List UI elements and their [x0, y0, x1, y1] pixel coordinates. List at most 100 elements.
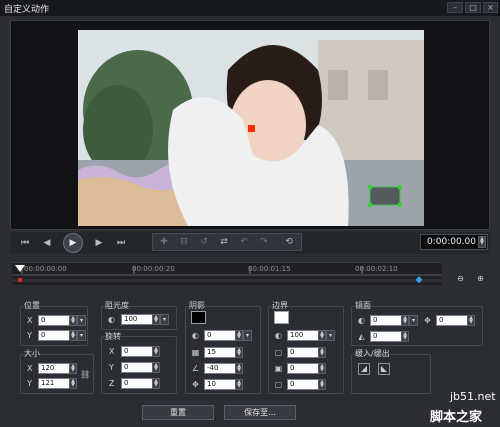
position-title: 位置: [24, 301, 40, 310]
mirror-opacity-icon: ◐: [358, 316, 365, 325]
reverse-icon[interactable]: ↺: [197, 235, 211, 249]
border-value-1[interactable]: 100: [287, 330, 321, 341]
play-button[interactable]: ▶: [63, 233, 83, 253]
rotation-x-input[interactable]: 0: [121, 346, 155, 357]
shadow-value-2[interactable]: 15: [204, 347, 238, 358]
previous-keyframe-icon[interactable]: ↶: [237, 235, 251, 249]
title-bar: [0, 0, 500, 16]
fade-title: 缓入/缓出: [355, 349, 390, 358]
mirror-spinner-2[interactable]: ▲ ▼: [401, 331, 409, 342]
tick-label-0: 00:00:00:00: [24, 265, 67, 273]
border-spinner-1[interactable]: ▲ ▼: [318, 330, 326, 341]
border-spinner-3[interactable]: ▲ ▼: [318, 363, 326, 374]
position-y-spinner[interactable]: ▲ ▼: [69, 330, 77, 341]
rotation-title: 旋转: [105, 332, 121, 341]
border-spinner-2[interactable]: ▲ ▼: [318, 347, 326, 358]
next-keyframe-icon[interactable]: ↷: [257, 235, 271, 249]
shadow-blur-icon: ▦: [191, 348, 200, 357]
opacity-dropdown[interactable]: ▾: [160, 314, 169, 325]
reset-icon[interactable]: ⟲: [282, 235, 296, 249]
border-dropdown[interactable]: ▾: [326, 330, 335, 341]
lock-ratio-icon[interactable]: ⛓: [80, 370, 90, 379]
tick-label-1: 00:00:00:20: [132, 265, 175, 273]
shadow-spinner-2[interactable]: ▲ ▼: [235, 347, 243, 358]
rotation-x-label: X: [109, 347, 115, 356]
mirror-value-1[interactable]: 0: [370, 315, 404, 326]
shadow-spinner-3[interactable]: ▲ ▼: [235, 363, 243, 374]
rotation-z-spinner[interactable]: ▲ ▼: [152, 378, 160, 389]
position-y-input[interactable]: 0: [38, 330, 72, 341]
zoom-out-icon[interactable]: ⊖: [456, 274, 465, 283]
timecode-spinner[interactable]: ▲ ▼: [478, 236, 486, 248]
shadow-opacity-icon: ◐: [192, 331, 199, 340]
size-x-input[interactable]: 120: [38, 363, 72, 374]
maximize-button[interactable]: □: [465, 2, 481, 13]
border-color-swatch[interactable]: [274, 311, 289, 324]
remove-keyframe-icon[interactable]: ⊟: [177, 235, 191, 249]
shadow-value-3[interactable]: -40: [204, 363, 238, 374]
border-radius-icon: ▢: [274, 380, 283, 389]
shadow-value-1[interactable]: 0: [204, 330, 238, 341]
video-image: [78, 30, 424, 226]
watermark-line-2: 脚本之家: [430, 410, 483, 425]
mirror-value-2[interactable]: 0: [370, 331, 404, 342]
opacity-spinner[interactable]: ▲ ▼: [152, 314, 160, 325]
size-y-spinner[interactable]: ▲ ▼: [69, 378, 77, 389]
opacity-input[interactable]: 100: [121, 314, 155, 325]
size-x-spinner[interactable]: ▲ ▼: [69, 363, 77, 374]
border-spinner-4[interactable]: ▲ ▼: [318, 379, 326, 390]
position-x-input[interactable]: 0: [38, 315, 72, 326]
mirror-spinner-3[interactable]: ▲ ▼: [467, 315, 475, 326]
rotation-y-spinner[interactable]: ▲ ▼: [152, 362, 160, 373]
skip-to-end-icon[interactable]: ⏭: [114, 236, 128, 250]
mirror-title: 镜面: [355, 301, 371, 310]
watermark: jb51.net 脚本之家: [420, 390, 500, 427]
reset-button[interactable]: 重置: [142, 405, 214, 420]
position-x-spinner[interactable]: ▲ ▼: [69, 315, 77, 326]
rotation-x-spinner[interactable]: ▲ ▼: [152, 346, 160, 357]
video-frame: [78, 30, 424, 226]
size-title: 大小: [24, 349, 40, 358]
shadow-value-4[interactable]: 10: [204, 379, 238, 390]
step-back-icon[interactable]: ◀: [40, 236, 54, 250]
add-keyframe-icon[interactable]: ✚: [157, 235, 171, 249]
mirror-dropdown[interactable]: ▾: [409, 315, 418, 326]
border-value-3[interactable]: 0: [287, 363, 321, 374]
keyframe-marker[interactable]: [18, 278, 22, 282]
mirror-value-3[interactable]: 0: [436, 315, 470, 326]
play-icon: ▶: [69, 238, 77, 248]
position-y-dropdown[interactable]: ▾: [77, 330, 86, 341]
border-value-2[interactable]: 0: [287, 347, 321, 358]
zoom-in-icon[interactable]: ⊕: [476, 274, 485, 283]
position-x-label: X: [27, 316, 33, 325]
shadow-spinner-1[interactable]: ▲ ▼: [235, 330, 243, 341]
shadow-dropdown[interactable]: ▾: [243, 330, 252, 341]
close-button[interactable]: ×: [483, 2, 498, 13]
shadow-spinner-4[interactable]: ▲ ▼: [235, 379, 243, 390]
shadow-color-swatch[interactable]: [191, 311, 206, 324]
size-y-input[interactable]: 121: [38, 378, 72, 389]
mirror-spinner-1[interactable]: ▲ ▼: [401, 315, 409, 326]
mirror-fade-icon: ◭: [358, 332, 365, 341]
position-x-dropdown[interactable]: ▾: [77, 315, 86, 326]
fade-in-icon[interactable]: ◢: [358, 363, 370, 375]
border-title: 边界: [272, 301, 288, 310]
step-forward-icon[interactable]: ▶: [92, 236, 106, 250]
rotation-y-label: Y: [109, 363, 114, 372]
opacity-title: 阻光度: [105, 301, 129, 310]
border-opacity-icon: ◐: [275, 331, 282, 340]
border-value-4[interactable]: 0: [287, 379, 321, 390]
minimize-button[interactable]: –: [447, 2, 463, 13]
window-title: 自定义动作: [4, 5, 50, 15]
skip-to-start-icon[interactable]: ⏮: [18, 236, 32, 250]
opacity-icon: ◐: [108, 315, 115, 324]
shadow-distance-icon: ✥: [192, 380, 199, 389]
size-y-label: Y: [27, 379, 32, 388]
rotation-y-input[interactable]: 0: [121, 362, 155, 373]
save-to-button[interactable]: 保存至...: [224, 405, 296, 420]
fade-out-icon[interactable]: ◣: [378, 363, 390, 375]
rotation-z-label: Z: [109, 379, 115, 388]
swap-icon[interactable]: ⇄: [217, 235, 231, 249]
rotation-z-input[interactable]: 0: [121, 378, 155, 389]
playhead[interactable]: [15, 265, 25, 272]
